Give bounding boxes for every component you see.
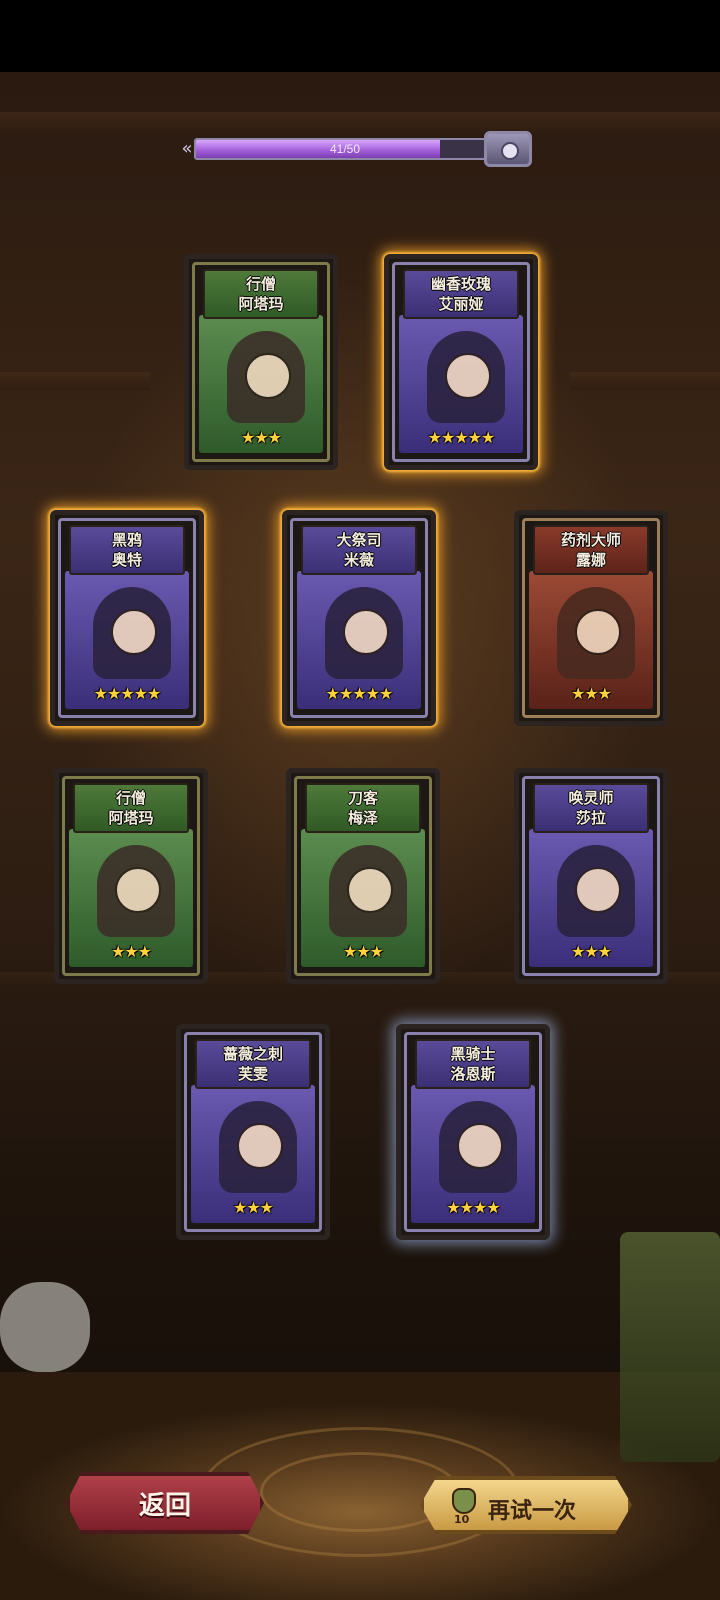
- hero-name-banner: 唤灵师 莎拉: [533, 783, 649, 833]
- hero-name: 洛恩斯: [450, 1065, 496, 1083]
- hero-card[interactable]: 幽香玫瑰 艾丽娅 ★★★★★: [384, 254, 538, 470]
- hero-portrait: [557, 845, 635, 937]
- hero-portrait: [93, 587, 171, 679]
- hero-name-banner: 蔷薇之刺 芙雯: [195, 1039, 311, 1089]
- back-button[interactable]: 返回: [66, 1472, 264, 1534]
- hero-card[interactable]: 黑鸦 奥特 ★★★★★: [50, 510, 204, 726]
- hero-name: 莎拉: [575, 809, 606, 827]
- hero-stars: ★★★: [232, 1198, 274, 1217]
- hero-name: 露娜: [575, 551, 606, 569]
- hero-portrait: [439, 1101, 517, 1193]
- retry-cost: 10: [454, 1513, 470, 1526]
- hero-name: 阿塔玛: [108, 809, 154, 827]
- hero-title: 行僧: [115, 789, 146, 807]
- hero-title: 行僧: [245, 275, 276, 293]
- hero-name: 阿塔玛: [238, 295, 284, 313]
- hero-card[interactable]: 大祭司 米薇 ★★★★★: [282, 510, 436, 726]
- hero-name-banner: 幽香玫瑰 艾丽娅: [403, 269, 519, 319]
- hero-name: 梅泽: [347, 809, 378, 827]
- hero-title: 药剂大师: [560, 531, 621, 549]
- progress-text: 41/50: [329, 142, 361, 156]
- hero-title: 幽香玫瑰: [430, 275, 491, 293]
- hero-name-banner: 黑鸦 奥特: [69, 525, 185, 575]
- hero-title: 蔷薇之刺: [222, 1045, 283, 1063]
- summon-scroll-icon: [452, 1488, 476, 1514]
- hero-stars: ★★★★★: [427, 428, 496, 447]
- hero-stars: ★★★: [570, 942, 612, 961]
- hero-name: 奥特: [111, 551, 142, 569]
- reward-chest-icon[interactable]: [484, 131, 532, 167]
- hero-card[interactable]: 唤灵师 莎拉 ★★★: [514, 768, 668, 984]
- hero-stars: ★★★: [110, 942, 152, 961]
- hero-card[interactable]: 蔷薇之刺 芙雯 ★★★: [176, 1024, 330, 1240]
- hero-card[interactable]: 黑骑士 洛恩斯 ★★★★: [396, 1024, 550, 1240]
- hero-name-banner: 黑骑士 洛恩斯: [415, 1039, 531, 1089]
- hero-portrait: [557, 587, 635, 679]
- hero-card[interactable]: 药剂大师 露娜 ★★★: [514, 510, 668, 726]
- hero-name-banner: 药剂大师 露娜: [533, 525, 649, 575]
- back-button-label: 返回: [138, 1490, 191, 1521]
- candle-cluster-left: [0, 1282, 90, 1372]
- shelf-right: [570, 372, 720, 390]
- hero-title: 黑鸦: [111, 531, 142, 549]
- hero-stars: ★★★: [342, 942, 384, 961]
- hero-name-banner: 刀客 梅泽: [305, 783, 421, 833]
- hero-name: 艾丽娅: [438, 295, 484, 313]
- hero-title: 大祭司: [336, 531, 382, 549]
- bottle-prop-right: [620, 1232, 720, 1462]
- hero-name-banner: 大祭司 米薇: [301, 525, 417, 575]
- summon-progress-bar: « 41/50: [176, 131, 538, 167]
- hero-title: 刀客: [347, 789, 378, 807]
- hero-portrait: [97, 845, 175, 937]
- hero-card[interactable]: 刀客 梅泽 ★★★: [286, 768, 440, 984]
- hero-stars: ★★★★: [446, 1198, 500, 1217]
- shelf-left: [0, 372, 150, 390]
- hero-name-banner: 行僧 阿塔玛: [73, 783, 189, 833]
- hero-title: 唤灵师: [568, 789, 614, 807]
- progress-track: 41/50: [194, 138, 496, 160]
- hero-portrait: [219, 1101, 297, 1193]
- hero-portrait: [325, 587, 403, 679]
- hero-name-banner: 行僧 阿塔玛: [203, 269, 319, 319]
- hero-stars: ★★★: [570, 684, 612, 703]
- hero-portrait: [227, 331, 305, 423]
- top-status-bar: [0, 0, 720, 72]
- hero-portrait: [427, 331, 505, 423]
- hero-name: 米薇: [343, 551, 374, 569]
- retry-button-label: 再试一次: [488, 1499, 577, 1524]
- hero-card[interactable]: 行僧 阿塔玛 ★★★: [184, 254, 338, 470]
- hero-stars: ★★★★★: [93, 684, 162, 703]
- hero-stars: ★★★★★: [325, 684, 394, 703]
- hero-name: 芙雯: [237, 1065, 268, 1083]
- hero-card[interactable]: 行僧 阿塔玛 ★★★: [54, 768, 208, 984]
- hero-portrait: [329, 845, 407, 937]
- hero-stars: ★★★: [240, 428, 282, 447]
- retry-button[interactable]: 10 再试一次: [420, 1476, 632, 1534]
- hero-title: 黑骑士: [450, 1045, 496, 1063]
